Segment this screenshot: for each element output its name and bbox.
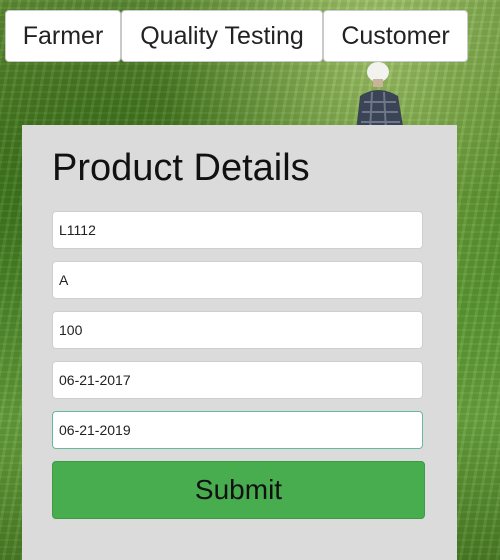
nav-quality-testing-button[interactable]: Quality Testing (121, 10, 323, 62)
nav-customer-button[interactable]: Customer (323, 10, 468, 62)
farmer-figure-image (356, 62, 404, 132)
page-title: Product Details (52, 147, 310, 189)
product-id-field[interactable] (52, 211, 423, 249)
submit-button[interactable]: Submit (52, 461, 425, 519)
quantity-field[interactable] (52, 311, 423, 349)
nav-farmer-button[interactable]: Farmer (5, 10, 121, 62)
product-details-card: Product Details Submit (22, 125, 457, 560)
top-nav: Farmer Quality Testing Customer (5, 10, 468, 62)
end-date-field[interactable] (52, 411, 423, 449)
start-date-field[interactable] (52, 361, 423, 399)
grade-field[interactable] (52, 261, 423, 299)
